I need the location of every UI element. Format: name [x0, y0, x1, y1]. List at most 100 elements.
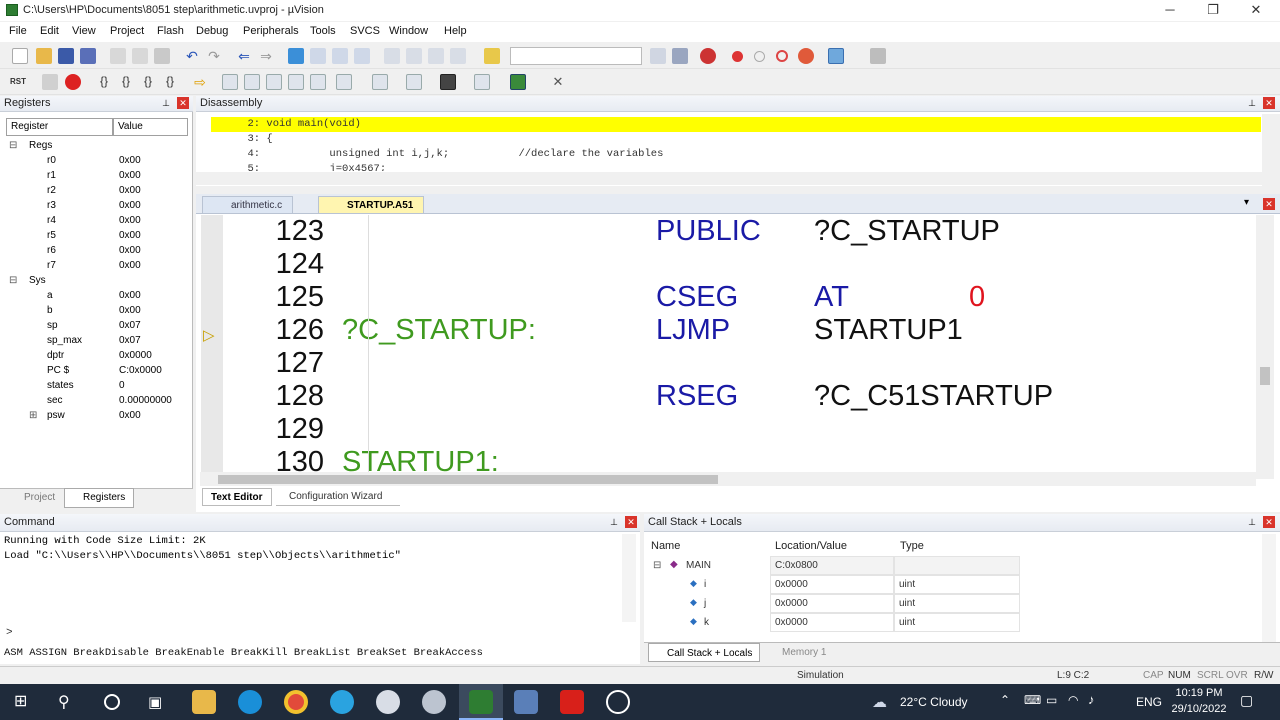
- show-hidden-icons[interactable]: ⌃: [1000, 693, 1010, 707]
- editor-vscrollbar[interactable]: [1256, 215, 1274, 479]
- register-name[interactable]: r0: [47, 155, 56, 170]
- register-name[interactable]: sp: [47, 320, 58, 335]
- speaker-icon[interactable]: ♪: [1088, 692, 1095, 707]
- copy-icon[interactable]: [132, 48, 148, 64]
- app-icon[interactable]: [422, 690, 446, 714]
- window-layout-icon[interactable]: [828, 48, 844, 64]
- configure-icon[interactable]: [870, 48, 886, 64]
- close-button[interactable]: ✕: [1236, 0, 1276, 21]
- disable-breakpoints-icon[interactable]: [776, 50, 788, 62]
- stop-icon[interactable]: [65, 74, 81, 90]
- tab-call-stack-locals[interactable]: Call Stack + Locals: [648, 643, 760, 662]
- register-value[interactable]: 0x00: [119, 410, 141, 425]
- callstack-type[interactable]: [894, 556, 1020, 575]
- register-value[interactable]: 0.00000000: [119, 395, 172, 410]
- callstack-name[interactable]: i: [704, 579, 706, 590]
- watch-window-icon[interactable]: [336, 74, 352, 90]
- input-language[interactable]: ENG: [1136, 695, 1162, 709]
- sys-group-label[interactable]: Sys: [29, 275, 46, 290]
- expand-psw-icon[interactable]: ⊞: [29, 410, 37, 421]
- weather-text[interactable]: 22°C Cloudy: [900, 695, 968, 709]
- incremental-find-icon[interactable]: [672, 48, 688, 64]
- maximize-button[interactable]: ❐: [1193, 0, 1233, 21]
- disassembly-line[interactable]: 2: void main(void): [216, 118, 361, 130]
- callstack-type[interactable]: uint: [894, 613, 1020, 632]
- menu-debug[interactable]: Debug: [196, 25, 228, 37]
- disassembly-vscrollbar[interactable]: [1262, 114, 1280, 186]
- register-value[interactable]: C:0x0000: [119, 365, 162, 380]
- disassembly-hscrollbar[interactable]: [196, 172, 1264, 185]
- menu-view[interactable]: View: [72, 25, 96, 37]
- open-folder-icon[interactable]: [36, 48, 52, 64]
- register-name[interactable]: dptr: [47, 350, 64, 365]
- callstack-vscrollbar[interactable]: [1262, 534, 1276, 642]
- register-value[interactable]: 0x00: [119, 230, 141, 245]
- battery-icon[interactable]: ▭: [1046, 693, 1057, 707]
- clock-time[interactable]: 10:19 PM: [1172, 687, 1226, 699]
- clock-app-icon[interactable]: [606, 690, 630, 714]
- register-value[interactable]: 0: [119, 380, 125, 395]
- register-name[interactable]: r2: [47, 185, 56, 200]
- register-name[interactable]: r1: [47, 170, 56, 185]
- menu-peripherals[interactable]: Peripherals: [243, 25, 299, 37]
- register-column-header[interactable]: Register: [6, 118, 113, 136]
- pin-icon[interactable]: ⊥: [1246, 97, 1258, 109]
- trace-window-icon[interactable]: [474, 74, 490, 90]
- expand-sys-icon[interactable]: ⊟: [9, 275, 17, 286]
- register-value[interactable]: 0x07: [119, 335, 141, 350]
- register-name[interactable]: r3: [47, 200, 56, 215]
- callstack-location[interactable]: 0x0000: [770, 575, 894, 594]
- tab-memory-1[interactable]: Memory 1: [764, 644, 834, 662]
- comment-icon[interactable]: [428, 48, 444, 64]
- menu-tools[interactable]: Tools: [310, 25, 336, 37]
- register-value[interactable]: 0x00: [119, 185, 141, 200]
- app-icon[interactable]: [376, 690, 400, 714]
- menu-help[interactable]: Help: [444, 25, 467, 37]
- symbols-window-icon[interactable]: [266, 74, 282, 90]
- command-window-icon[interactable]: [222, 74, 238, 90]
- register-name[interactable]: a: [47, 290, 53, 305]
- register-name[interactable]: sec: [47, 395, 63, 410]
- prev-bookmark-icon[interactable]: [310, 48, 326, 64]
- registers-window-icon[interactable]: [288, 74, 304, 90]
- enable-breakpoint-icon[interactable]: [754, 51, 765, 62]
- step-over-icon[interactable]: {}: [118, 74, 134, 90]
- pdf-reader-icon[interactable]: [560, 690, 584, 714]
- scroll-thumb[interactable]: [218, 475, 718, 484]
- type-column-header[interactable]: Type: [900, 540, 924, 552]
- run-icon[interactable]: [42, 74, 58, 90]
- register-value[interactable]: 0x07: [119, 320, 141, 335]
- disassembly-line[interactable]: 3: {: [216, 133, 273, 145]
- insert-breakpoint-icon[interactable]: [732, 51, 743, 62]
- tab-project[interactable]: Project: [4, 489, 62, 507]
- uncomment-icon[interactable]: [450, 48, 466, 64]
- toolbox-icon[interactable]: ✕: [550, 74, 566, 90]
- memory-window-icon[interactable]: [372, 74, 388, 90]
- nav-back-icon[interactable]: ⇐: [236, 48, 252, 64]
- register-value[interactable]: 0x00: [119, 200, 141, 215]
- register-value[interactable]: 0x00: [119, 170, 141, 185]
- pin-icon[interactable]: ⊥: [160, 97, 172, 109]
- tab-list-icon[interactable]: ▾: [1244, 197, 1249, 208]
- call-stack-window-icon[interactable]: [310, 74, 326, 90]
- find-icon[interactable]: [650, 48, 666, 64]
- command-vscrollbar[interactable]: [622, 534, 636, 622]
- find-in-files-icon[interactable]: [484, 48, 500, 64]
- edge-icon[interactable]: [238, 690, 262, 714]
- clock-date[interactable]: 29/10/2022: [1166, 703, 1232, 715]
- run-to-cursor-icon[interactable]: {}: [162, 74, 178, 90]
- close-icon[interactable]: ✕: [1263, 516, 1275, 528]
- editor-hscrollbar[interactable]: [200, 472, 1256, 486]
- network-icon[interactable]: ⌨: [1024, 693, 1041, 707]
- code-area[interactable]: 123 PUBLIC ?C_STARTUP 124 125 CSEG AT 0 …: [224, 215, 1254, 479]
- callstack-name[interactable]: j: [704, 598, 706, 609]
- register-name[interactable]: r5: [47, 230, 56, 245]
- callstack-name[interactable]: k: [704, 617, 709, 628]
- register-value[interactable]: 0x00: [119, 305, 141, 320]
- paste-icon[interactable]: [154, 48, 170, 64]
- callstack-location[interactable]: 0x0000: [770, 594, 894, 613]
- register-name[interactable]: r4: [47, 215, 56, 230]
- register-value[interactable]: 0x0000: [119, 350, 152, 365]
- menu-flash[interactable]: Flash: [157, 25, 184, 37]
- register-name[interactable]: psw: [47, 410, 65, 425]
